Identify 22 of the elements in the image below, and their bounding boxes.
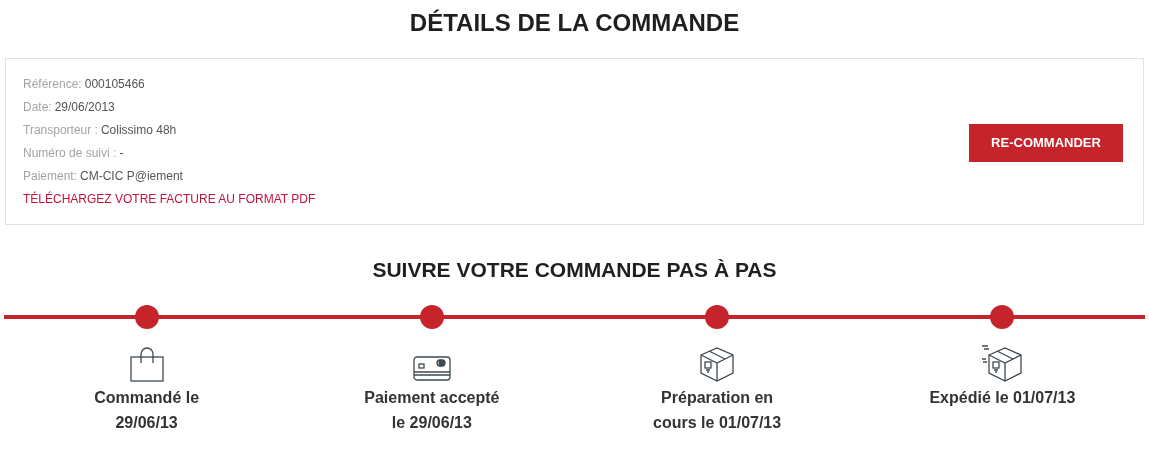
detail-label: Transporteur : [23, 122, 98, 139]
tracking-title: SUIVRE VOTRE COMMANDE PAS À PAS [371, 257, 778, 283]
detail-value: CM-CIC P@iement [80, 168, 183, 185]
credit-card-icon [411, 353, 452, 383]
fast-shipping-box-icon [980, 343, 1025, 383]
detail-value: Colissimo 48h [100, 122, 177, 139]
detail-value: - [119, 145, 124, 162]
detail-value: 000105466 [84, 76, 145, 93]
shopping-bag-icon [128, 345, 165, 383]
detail-value: 29/06/2013 [54, 99, 115, 116]
step-label: Paiement accepté le 29/06/13 [364, 388, 500, 433]
detail-label: Paiement: [23, 168, 78, 185]
detail-label: Numéro de suivi : [23, 145, 117, 162]
detail-label: Référence: [23, 76, 82, 93]
step-label: Commandé le 29/06/13 [94, 388, 200, 433]
step-label: Expédié le 01/07/13 [929, 388, 1076, 408]
page-title: DÉTAILS DE LA COMMANDE [408, 8, 741, 38]
download-invoice-link[interactable]: TÉLÉCHARGEZ VOTRE FACTURE AU FORMAT PDF [23, 187, 316, 211]
detail-label: Date: [23, 99, 52, 116]
box-icon [698, 345, 737, 383]
step-label: Préparation en cours le 01/07/13 [653, 388, 782, 433]
reorder-button[interactable]: RE-COMMANDER [969, 123, 1123, 162]
